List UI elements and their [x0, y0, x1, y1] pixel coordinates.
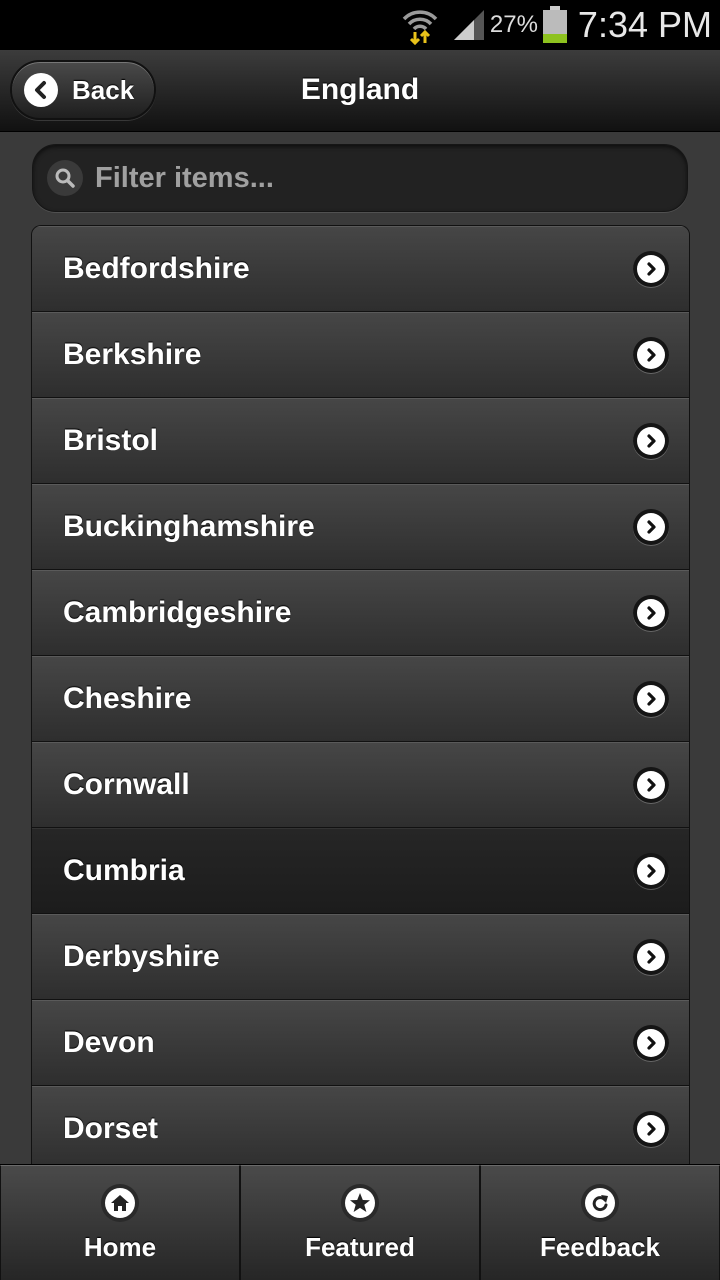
chevron-right-icon — [633, 1111, 669, 1147]
county-list: Bedfordshire Berkshire Bristol Buckingha… — [31, 225, 690, 1165]
chevron-right-icon — [633, 681, 669, 717]
star-icon — [341, 1183, 379, 1222]
list-item-label: Cambridgeshire — [63, 596, 292, 629]
chevron-right-icon — [633, 337, 669, 373]
list-item-label: Buckinghamshire — [63, 510, 315, 543]
chevron-right-icon — [633, 939, 669, 975]
list-item[interactable]: Cornwall — [32, 742, 689, 828]
list-item-label: Bedfordshire — [63, 252, 250, 285]
chevron-right-icon — [633, 767, 669, 803]
list-item[interactable]: Devon — [32, 1000, 689, 1086]
chevron-right-icon — [633, 509, 669, 545]
back-button-label: Back — [72, 74, 135, 105]
list-item-label: Dorset — [63, 1112, 159, 1145]
tab-label: Featured — [305, 1231, 415, 1262]
chevron-right-icon — [633, 251, 669, 287]
chevron-right-icon — [633, 1025, 669, 1061]
list-item[interactable]: Buckinghamshire — [32, 484, 689, 570]
status-bar: 27% 7:34 PM — [0, 0, 720, 50]
list-item[interactable]: Dorset — [32, 1086, 689, 1165]
home-icon — [101, 1183, 139, 1222]
list-item-label: Cumbria — [63, 854, 185, 887]
list-item-label: Berkshire — [63, 338, 202, 371]
list-item-label: Cheshire — [63, 682, 192, 715]
refresh-icon — [581, 1183, 619, 1222]
back-button[interactable]: Back — [10, 60, 156, 120]
tab-feedback[interactable]: Feedback — [480, 1165, 720, 1280]
header-bar: England Back — [0, 50, 720, 132]
chevron-left-icon — [24, 73, 58, 107]
tab-bar: Home Featured Feedback — [0, 1164, 720, 1280]
chevron-right-icon — [633, 423, 669, 459]
list-item[interactable]: Cambridgeshire — [32, 570, 689, 656]
chevron-right-icon — [633, 595, 669, 631]
list-item-label: Bristol — [63, 424, 159, 457]
clock: 7:34 PM — [577, 4, 712, 45]
list-item[interactable]: Cheshire — [32, 656, 689, 742]
list-item[interactable]: Berkshire — [32, 312, 689, 398]
battery-icon — [542, 6, 567, 43]
tab-label: Home — [83, 1231, 157, 1262]
list-item[interactable]: Cumbria — [32, 828, 689, 914]
tab-home[interactable]: Home — [0, 1165, 240, 1280]
list-item[interactable]: Bristol — [32, 398, 689, 484]
wifi-icon — [402, 10, 438, 45]
chevron-right-icon — [633, 853, 669, 889]
signal-icon — [453, 10, 484, 40]
list-item-label: Derbyshire — [63, 940, 220, 973]
list-item-label: Devon — [63, 1026, 155, 1059]
tab-featured[interactable]: Featured — [240, 1165, 480, 1280]
search-bar — [32, 144, 688, 212]
search-icon — [47, 160, 83, 196]
filter-input[interactable] — [95, 161, 655, 195]
tab-label: Feedback — [540, 1231, 660, 1262]
list-item-label: Cornwall — [63, 768, 190, 801]
list-item[interactable]: Derbyshire — [32, 914, 689, 1000]
list-item[interactable]: Bedfordshire — [32, 226, 689, 312]
battery-percent: 27% — [489, 11, 538, 38]
